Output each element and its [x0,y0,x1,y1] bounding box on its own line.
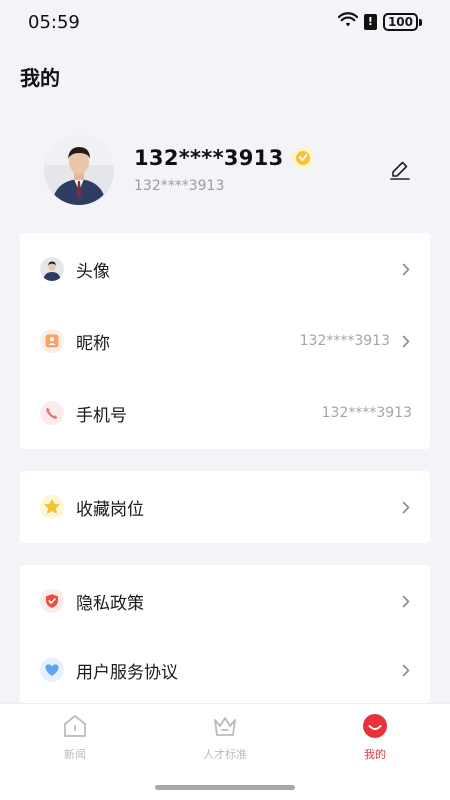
edit-profile-button[interactable] [384,154,416,186]
tab-label-news: 新闻 [64,748,86,761]
row-user-agreement[interactable]: 用户服务协议 [20,637,430,703]
avatar-thumb-icon [40,257,64,281]
verified-badge-icon [291,147,314,169]
battery-indicator: 100 [382,13,422,31]
nickname-value: 132****3913 [299,333,390,349]
profile-subtitle: 132****3913 [134,178,225,194]
policy-card: 隐私政策 用户服务协议 [20,565,430,703]
favorites-card: 收藏岗位 [20,471,430,543]
tab-label-me: 我的 [364,748,386,761]
star-icon [40,495,64,519]
tab-news[interactable]: 新闻 [25,712,125,762]
chevron-right-icon [400,334,412,348]
wifi-icon [337,12,359,32]
chevron-right-icon [400,663,412,677]
row-privacy-policy[interactable]: 隐私政策 [20,565,430,637]
phone-value: 132****3913 [321,405,412,421]
row-label-avatar: 头像 [76,261,110,282]
chevron-right-icon [400,262,412,276]
profile-text: 132****3913 132****3913 [134,146,384,194]
chevron-right-icon [400,500,412,514]
row-avatar[interactable]: 头像 [20,233,430,305]
tab-talent-standard[interactable]: 人才标准 [175,712,275,762]
status-time: 05:59 [28,11,80,33]
avatar[interactable] [44,135,114,205]
status-bar: 05:59 ! 100 [0,0,450,44]
row-label-nickname: 昵称 [76,333,110,354]
battery-level: 100 [382,13,418,31]
row-label-user-agreement: 用户服务协议 [76,662,178,683]
me-icon [361,712,389,744]
page-title: 我的 [20,66,60,90]
row-label-phone: 手机号 [76,405,127,426]
row-phone: 手机号 132****3913 [20,377,430,449]
alert-icon: ! [363,14,377,30]
account-card: 头像 昵称 132****3913 手机号 132****3913 [20,233,430,449]
profile-name-row: 132****3913 [134,146,384,170]
home-icon [61,712,89,744]
crown-icon [211,712,239,744]
chevron-right-icon [400,594,412,608]
profile-header: 132****3913 132****3913 [44,130,424,210]
row-nickname[interactable]: 昵称 132****3913 [20,305,430,377]
phone-icon [40,401,64,425]
row-label-favorite-jobs: 收藏岗位 [76,499,144,520]
tab-label-talent-standard: 人才标准 [203,748,247,761]
edit-icon [390,161,410,180]
battery-tip [419,18,422,26]
profile-name: 132****3913 [134,146,284,170]
shield-icon [40,589,64,613]
heart-icon [40,658,64,682]
nickname-icon [40,329,64,353]
row-label-privacy-policy: 隐私政策 [76,593,144,614]
row-favorite-jobs[interactable]: 收藏岗位 [20,471,430,543]
home-indicator[interactable] [155,785,295,790]
tab-me[interactable]: 我的 [325,712,425,762]
status-icons: ! 100 [337,12,422,32]
